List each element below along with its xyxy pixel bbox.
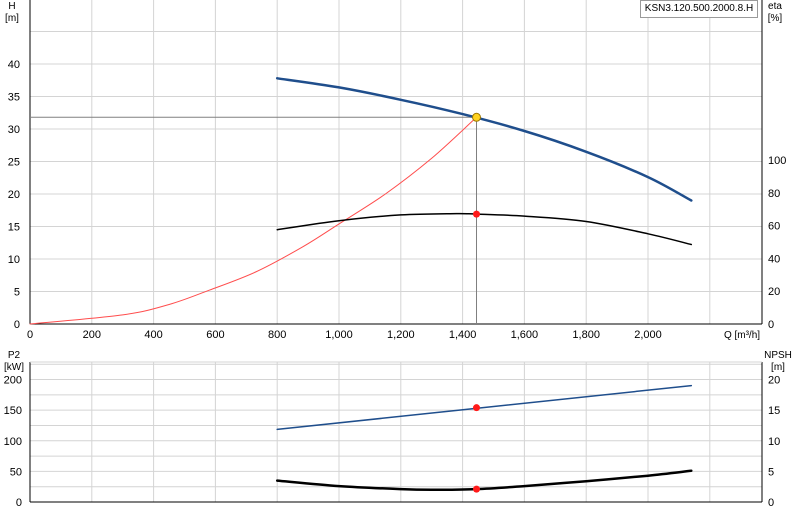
y-right-tick-label: 20 [768, 286, 780, 298]
y-right-tick-label: 20 [768, 375, 780, 387]
y-left-tick-label: 15 [8, 222, 20, 234]
model-label: KSN3.120.500.2000.8.H [640, 0, 758, 18]
y-left-tick-label: 0 [16, 497, 22, 509]
duty-point-power [473, 404, 481, 412]
axis-labels: 0 200 400 600 800 1,000 1,200 1,400 1,600 1,800 2,… [4, 1, 792, 509]
x-tick-label: 400 [144, 329, 162, 341]
y-left-tick-label: 50 [10, 466, 22, 478]
y-right-tick-label: 10 [768, 436, 780, 448]
x-tick-label: 2,000 [634, 329, 662, 341]
curves [29, 77, 693, 493]
x-tick-label: 1,200 [387, 329, 415, 341]
y-left-tick-label: 40 [8, 59, 20, 71]
y-right-tick-label: 100 [768, 155, 786, 167]
x-tick-label: 1,600 [511, 329, 539, 341]
y-left-tick-label: 150 [4, 405, 22, 417]
x-tick-label: 800 [268, 329, 286, 341]
y-left-tick-label: 100 [4, 436, 22, 448]
y-left-tick-label: 35 [8, 92, 20, 104]
y-left-axis-title: H [8, 1, 15, 12]
duty-point-head [472, 112, 482, 122]
y-right-tick-label: 40 [768, 253, 780, 265]
y-right-axis-unit: [%] [768, 13, 783, 24]
y-right-tick-label: 0 [768, 319, 774, 331]
y-right-tick-label: 0 [768, 497, 774, 509]
y-left-axis-title: P2 [8, 350, 21, 361]
duty-point-efficiency [473, 210, 481, 218]
y-left-tick-label: 0 [14, 319, 20, 331]
y-left-tick-label: 20 [8, 189, 20, 201]
y-right-tick-label: 15 [768, 405, 780, 417]
duty-point-npsh [473, 485, 481, 493]
x-tick-label: 1,400 [449, 329, 477, 341]
y-left-tick-label: 5 [14, 287, 20, 299]
y-left-axis-unit: [kW] [4, 362, 24, 373]
x-tick-label: 0 [27, 329, 33, 341]
x-tick-label: 1,800 [572, 329, 600, 341]
pump-performance-chart: 0 200 400 600 800 1,000 1,200 1,400 1,600 1,800 2,… [4, 0, 792, 509]
x-tick-label: 600 [206, 329, 224, 341]
y-left-tick-label: 10 [8, 254, 20, 266]
x-tick-label: 1,000 [325, 329, 353, 341]
top-grid [29, 0, 763, 325]
y-right-axis-title: eta [768, 1, 782, 12]
y-left-tick-label: 200 [4, 375, 22, 387]
y-right-tick-label: 5 [768, 466, 774, 478]
y-right-axis-unit: [m] [771, 362, 785, 373]
y-left-tick-label: 30 [8, 124, 20, 136]
bottom-grid [29, 361, 763, 503]
x-tick-label: 200 [83, 329, 101, 341]
y-left-tick-label: 25 [8, 157, 20, 169]
x-axis-title: Q [m³/h] [724, 330, 760, 341]
system-curve [29, 116, 477, 325]
y-right-axis-title: NPSH [764, 350, 792, 361]
y-right-tick-label: 60 [768, 221, 780, 233]
y-left-axis-unit: [m] [5, 13, 19, 24]
y-right-tick-label: 80 [768, 188, 780, 200]
